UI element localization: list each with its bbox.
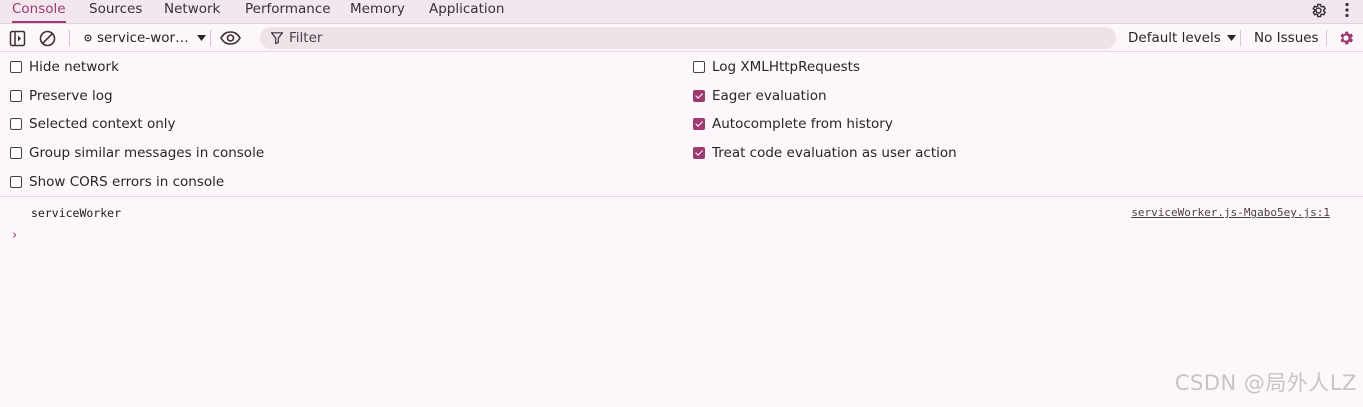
watermark: CSDN @局外人LZ xyxy=(1174,371,1357,395)
chevron-down-icon xyxy=(1226,35,1236,41)
filter-input[interactable] xyxy=(289,30,1089,46)
checkbox-checked[interactable] xyxy=(693,118,705,130)
more-options-icon[interactable] xyxy=(1336,0,1358,20)
checkbox[interactable] xyxy=(10,90,22,102)
issues-label: No Issues xyxy=(1254,30,1319,46)
toggle-sidebar-icon[interactable] xyxy=(9,24,26,52)
gear-icon xyxy=(83,33,93,43)
tab-application[interactable]: Application xyxy=(429,0,504,23)
option-label: Treat code evaluation as user action xyxy=(712,145,957,161)
option-show-cors-errors[interactable]: Show CORS errors in console xyxy=(10,173,224,191)
context-selector[interactable]: service-wor… xyxy=(83,24,206,52)
option-selected-context-only[interactable]: Selected context only xyxy=(10,115,176,133)
option-label: Hide network xyxy=(29,59,119,75)
option-label: Selected context only xyxy=(29,116,176,132)
option-preserve-log[interactable]: Preserve log xyxy=(10,87,113,105)
checkbox-checked[interactable] xyxy=(693,90,705,102)
log-levels-label: Default levels xyxy=(1128,30,1221,46)
checkbox[interactable] xyxy=(10,147,22,159)
option-label: Preserve log xyxy=(29,88,113,104)
checkbox[interactable] xyxy=(10,61,22,73)
tab-console[interactable]: Console xyxy=(12,0,66,23)
console-toolbar: service-wor… Default levels No Issues xyxy=(0,24,1363,52)
option-label: Show CORS errors in console xyxy=(29,174,225,190)
chevron-down-icon xyxy=(196,35,206,41)
tab-bar: Console Sources Network Performance Memo… xyxy=(0,0,1363,24)
toolbar-divider xyxy=(69,30,70,46)
option-hide-network[interactable]: Hide network xyxy=(10,58,119,76)
checkbox[interactable] xyxy=(10,176,22,188)
checkbox[interactable] xyxy=(10,118,22,130)
option-log-xmlhttprequests[interactable]: Log XMLHttpRequests xyxy=(693,58,860,76)
toolbar-divider xyxy=(1326,30,1327,46)
console-message-source-link[interactable]: serviceWorker.js-Mgabo5ey.js:1 xyxy=(1131,206,1330,219)
tab-sources[interactable]: Sources xyxy=(89,0,142,23)
console-message-text: serviceWorker xyxy=(31,206,122,220)
console-prompt-chevron-icon[interactable]: › xyxy=(12,228,17,243)
filter-funnel-icon xyxy=(271,32,283,44)
log-levels-dropdown[interactable]: Default levels xyxy=(1128,24,1236,52)
option-treat-code-as-user-action[interactable]: Treat code evaluation as user action xyxy=(693,144,957,162)
toolbar-divider xyxy=(210,30,211,46)
settings-gear-icon[interactable] xyxy=(1307,0,1329,20)
option-group-similar[interactable]: Group similar messages in console xyxy=(10,144,264,162)
tab-performance[interactable]: Performance xyxy=(245,0,331,23)
issues-button[interactable]: No Issues xyxy=(1254,24,1319,52)
clear-console-icon[interactable] xyxy=(39,24,56,52)
option-label: Autocomplete from history xyxy=(712,116,893,132)
tab-memory[interactable]: Memory xyxy=(350,0,405,23)
context-label: service-wor… xyxy=(97,30,189,46)
console-settings-panel: Hide network Preserve log Selected conte… xyxy=(0,53,1363,197)
checkbox-checked[interactable] xyxy=(693,147,705,159)
live-expression-eye-icon[interactable] xyxy=(220,24,241,52)
tab-network[interactable]: Network xyxy=(164,0,220,23)
option-eager-evaluation[interactable]: Eager evaluation xyxy=(693,87,827,105)
option-autocomplete-history[interactable]: Autocomplete from history xyxy=(693,115,893,133)
option-label: Eager evaluation xyxy=(712,88,827,104)
option-label: Group similar messages in console xyxy=(29,145,265,161)
toolbar-divider xyxy=(1240,30,1241,46)
console-settings-gear-icon[interactable] xyxy=(1337,24,1355,52)
filter-box xyxy=(260,27,1116,49)
option-label: Log XMLHttpRequests xyxy=(712,59,860,75)
checkbox[interactable] xyxy=(693,61,705,73)
